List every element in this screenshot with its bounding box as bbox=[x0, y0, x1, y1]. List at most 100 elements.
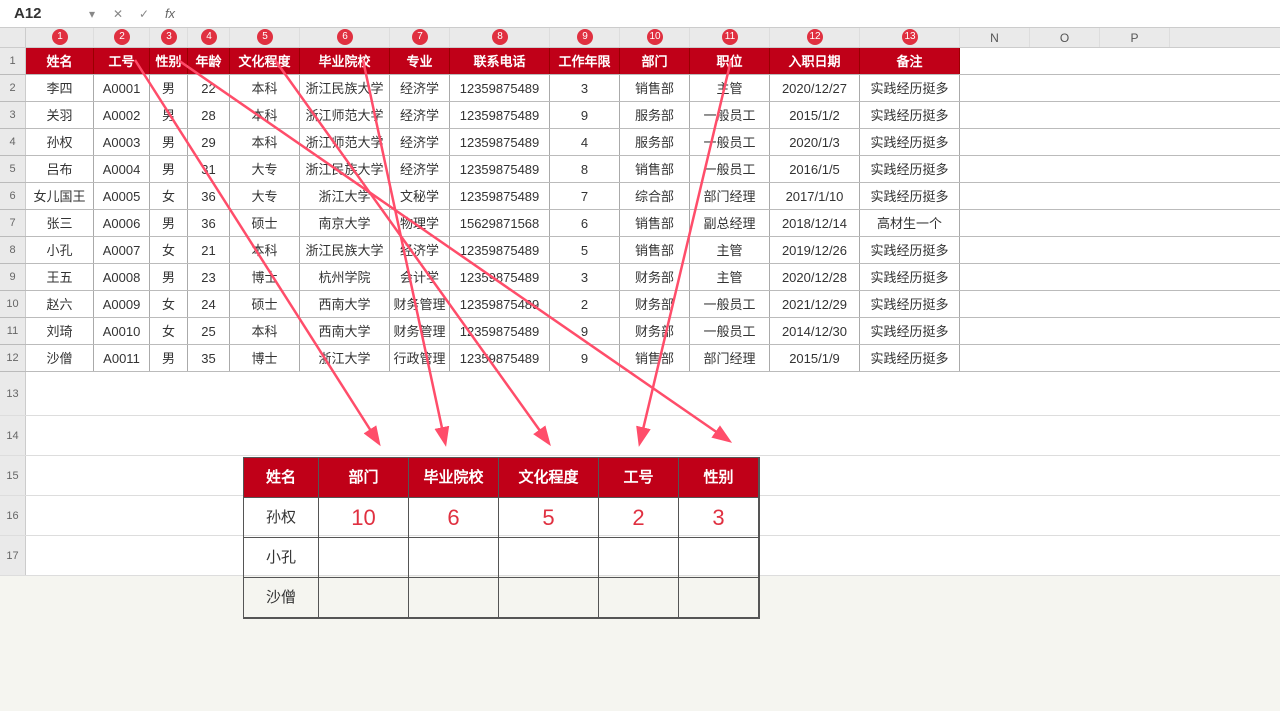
lookup-cell[interactable]: 沙僧 bbox=[244, 578, 319, 618]
row-header[interactable]: 5 bbox=[0, 156, 26, 182]
row-header[interactable]: 15 bbox=[0, 456, 26, 495]
lookup-cell[interactable] bbox=[319, 538, 409, 578]
table-cell[interactable]: 吕布 bbox=[26, 156, 94, 182]
table-cell[interactable]: 男 bbox=[150, 210, 188, 236]
lookup-cell[interactable] bbox=[499, 578, 599, 618]
table-cell[interactable]: 6 bbox=[550, 210, 620, 236]
table-cell[interactable]: 行政管理 bbox=[390, 345, 450, 371]
row-header[interactable]: 4 bbox=[0, 129, 26, 155]
table-cell[interactable]: A0004 bbox=[94, 156, 150, 182]
table-cell[interactable]: 大专 bbox=[230, 183, 300, 209]
table-cell[interactable]: 硕士 bbox=[230, 291, 300, 317]
table-header-cell[interactable]: 姓名 bbox=[26, 48, 94, 74]
lookup-cell[interactable] bbox=[319, 578, 409, 618]
column-header-N[interactable]: N bbox=[960, 28, 1030, 47]
table-cell[interactable]: 一般员工 bbox=[690, 318, 770, 344]
row-header[interactable]: 12 bbox=[0, 345, 26, 371]
table-cell[interactable]: 一般员工 bbox=[690, 129, 770, 155]
table-cell[interactable]: 一般员工 bbox=[690, 156, 770, 182]
lookup-cell[interactable] bbox=[409, 538, 499, 578]
table-cell[interactable]: 刘琦 bbox=[26, 318, 94, 344]
lookup-cell[interactable]: 小孔 bbox=[244, 538, 319, 578]
table-cell[interactable]: 主管 bbox=[690, 237, 770, 263]
table-header-cell[interactable]: 工号 bbox=[94, 48, 150, 74]
table-cell[interactable]: A0006 bbox=[94, 210, 150, 236]
table-cell[interactable]: 主管 bbox=[690, 264, 770, 290]
table-cell[interactable]: 财务管理 bbox=[390, 291, 450, 317]
table-cell[interactable]: 24 bbox=[188, 291, 230, 317]
table-cell[interactable]: 男 bbox=[150, 264, 188, 290]
lookup-cell[interactable]: 6 bbox=[409, 498, 499, 538]
row-header[interactable]: 14 bbox=[0, 416, 26, 455]
table-cell[interactable]: 一般员工 bbox=[690, 291, 770, 317]
table-cell[interactable]: 本科 bbox=[230, 75, 300, 101]
row-header[interactable]: 7 bbox=[0, 210, 26, 236]
table-cell[interactable]: 赵六 bbox=[26, 291, 94, 317]
table-cell[interactable]: 12359875489 bbox=[450, 237, 550, 263]
table-cell[interactable]: A0008 bbox=[94, 264, 150, 290]
table-cell[interactable]: 22 bbox=[188, 75, 230, 101]
table-cell[interactable]: 销售部 bbox=[620, 237, 690, 263]
table-cell[interactable]: 31 bbox=[188, 156, 230, 182]
table-cell[interactable]: 2020/12/27 bbox=[770, 75, 860, 101]
table-cell[interactable]: 销售部 bbox=[620, 345, 690, 371]
table-cell[interactable]: 财务部 bbox=[620, 291, 690, 317]
table-cell[interactable]: 实践经历挺多 bbox=[860, 291, 960, 317]
table-cell[interactable]: 李四 bbox=[26, 75, 94, 101]
table-cell[interactable]: 本科 bbox=[230, 129, 300, 155]
table-cell[interactable]: 12359875489 bbox=[450, 318, 550, 344]
table-cell[interactable]: 经济学 bbox=[390, 75, 450, 101]
row-header[interactable]: 8 bbox=[0, 237, 26, 263]
table-cell[interactable]: 23 bbox=[188, 264, 230, 290]
table-cell[interactable]: 本科 bbox=[230, 237, 300, 263]
table-cell[interactable]: 9 bbox=[550, 102, 620, 128]
table-cell[interactable]: 9 bbox=[550, 345, 620, 371]
table-cell[interactable]: A0010 bbox=[94, 318, 150, 344]
fx-icon[interactable]: fx bbox=[160, 4, 180, 24]
table-cell[interactable]: 会计学 bbox=[390, 264, 450, 290]
table-cell[interactable]: 36 bbox=[188, 210, 230, 236]
table-cell[interactable]: 2021/12/29 bbox=[770, 291, 860, 317]
table-cell[interactable]: 男 bbox=[150, 75, 188, 101]
table-cell[interactable]: 本科 bbox=[230, 318, 300, 344]
table-cell[interactable]: 王五 bbox=[26, 264, 94, 290]
table-cell[interactable]: 服务部 bbox=[620, 129, 690, 155]
table-cell[interactable]: 副总经理 bbox=[690, 210, 770, 236]
lookup-cell[interactable] bbox=[499, 538, 599, 578]
column-header-O[interactable]: O bbox=[1030, 28, 1100, 47]
column-header-P[interactable]: P bbox=[1100, 28, 1170, 47]
table-header-cell[interactable]: 年龄 bbox=[188, 48, 230, 74]
table-cell[interactable]: 2015/1/9 bbox=[770, 345, 860, 371]
lookup-header-cell[interactable]: 姓名 bbox=[244, 458, 319, 498]
lookup-cell[interactable] bbox=[679, 538, 759, 578]
table-cell[interactable]: 12359875489 bbox=[450, 291, 550, 317]
table-cell[interactable]: 浙江民族大学 bbox=[300, 75, 390, 101]
table-cell[interactable]: 女 bbox=[150, 291, 188, 317]
lookup-cell[interactable] bbox=[409, 578, 499, 618]
table-cell[interactable]: 36 bbox=[188, 183, 230, 209]
table-cell[interactable]: A0002 bbox=[94, 102, 150, 128]
row-header[interactable]: 9 bbox=[0, 264, 26, 290]
table-cell[interactable]: 2018/12/14 bbox=[770, 210, 860, 236]
table-header-cell[interactable]: 专业 bbox=[390, 48, 450, 74]
table-cell[interactable]: 浙江民族大学 bbox=[300, 237, 390, 263]
table-cell[interactable]: 男 bbox=[150, 102, 188, 128]
table-cell[interactable]: 博士 bbox=[230, 264, 300, 290]
table-cell[interactable]: 经济学 bbox=[390, 237, 450, 263]
table-cell[interactable]: 实践经历挺多 bbox=[860, 129, 960, 155]
table-cell[interactable]: 12359875489 bbox=[450, 102, 550, 128]
table-cell[interactable]: 南京大学 bbox=[300, 210, 390, 236]
table-cell[interactable]: 沙僧 bbox=[26, 345, 94, 371]
table-cell[interactable]: 2019/12/26 bbox=[770, 237, 860, 263]
table-cell[interactable]: 综合部 bbox=[620, 183, 690, 209]
lookup-cell[interactable]: 10 bbox=[319, 498, 409, 538]
table-cell[interactable]: 12359875489 bbox=[450, 75, 550, 101]
table-cell[interactable]: 博士 bbox=[230, 345, 300, 371]
table-cell[interactable]: 男 bbox=[150, 129, 188, 155]
table-cell[interactable]: 硕士 bbox=[230, 210, 300, 236]
table-cell[interactable]: 2017/1/10 bbox=[770, 183, 860, 209]
table-cell[interactable]: 2014/12/30 bbox=[770, 318, 860, 344]
table-cell[interactable]: 经济学 bbox=[390, 129, 450, 155]
select-all-corner[interactable] bbox=[0, 28, 26, 47]
lookup-cell[interactable]: 孙权 bbox=[244, 498, 319, 538]
